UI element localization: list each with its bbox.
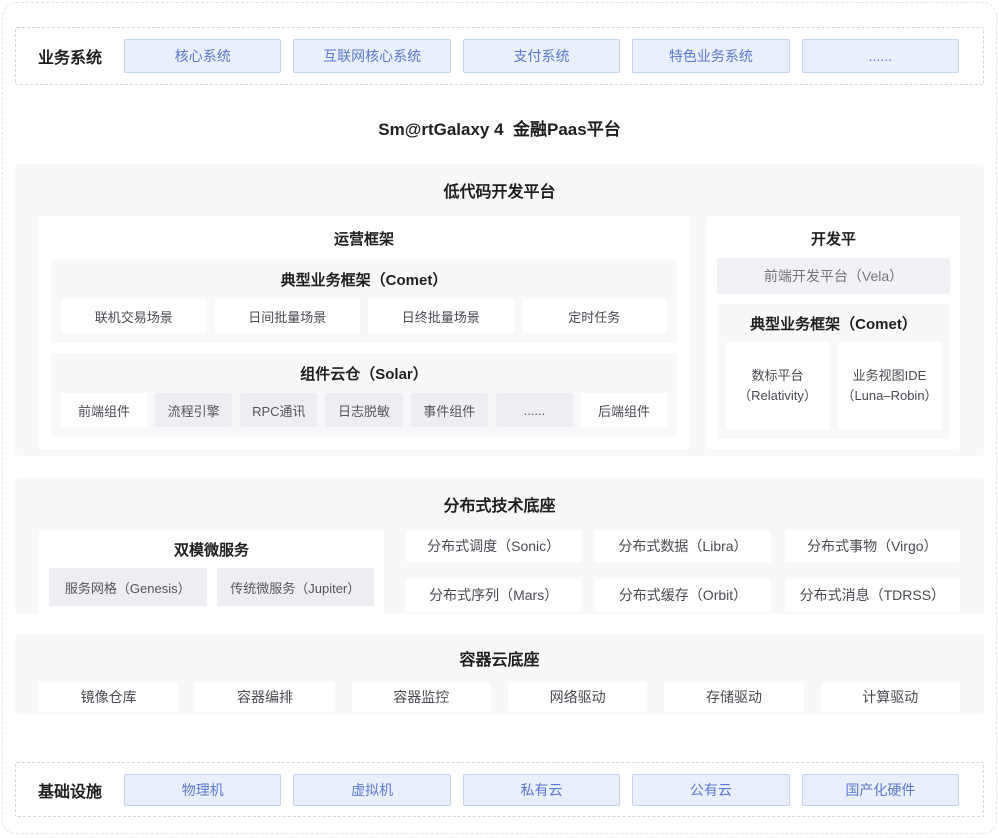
page-title: Sm@rtGalaxy 4 金融Paas平台 [15,115,984,140]
cell-storage-driver: 存储驱动 [664,682,803,712]
cell-sonic-scheduling: 分布式调度（Sonic） [406,530,581,562]
container-cloud-panel: 容器云底座 镜像仓库 容器编排 容器监控 网络驱动 存储驱动 计算驱动 [15,634,984,714]
chip-log-masking: 日志脱敏 [325,393,402,427]
chip-jupiter-microservice: 传统微服务（Jupiter） [217,568,375,606]
cell-backend-component: 后端组件 [581,393,667,427]
distributed-grid: 分布式调度（Sonic） 分布式数据（Libra） 分布式事物（Virgo） 分… [406,530,960,615]
cell-frontend-component: 前端组件 [61,393,147,427]
relativity-line1: 数标平台 [751,366,803,386]
infrastructure-buttons: 物理机 虚拟机 私有云 公有云 国产化硬件 [124,774,959,806]
dev-comet-panel: 典型业务框架（Comet） 数标平台 （Relativity） 业务视图IDE … [717,304,950,439]
dual-mode-row: 服务网格（Genesis） 传统微服务（Jupiter） [49,568,374,606]
cell-online-trading: 联机交易场景 [61,299,207,333]
container-cloud-title: 容器云底座 [39,646,960,670]
cell-luna-robin-ide: 业务视图IDE （Luna–Robin） [838,342,941,430]
container-cloud-row: 镜像仓库 容器编排 容器监控 网络驱动 存储驱动 计算驱动 [39,682,960,712]
cell-libra-data: 分布式数据（Libra） [595,530,770,562]
solar-warehouse-title: 组件云仓（Solar） [61,363,667,384]
business-systems-label: 业务系统 [38,44,124,68]
cell-image-registry: 镜像仓库 [39,682,178,712]
chip-process-engine: 流程引擎 [155,393,232,427]
dual-mode-title: 双模微服务 [49,539,374,560]
business-systems-row: 业务系统 核心系统 互联网核心系统 支付系统 特色业务系统 ...... [15,27,984,85]
chip-more-components: ...... [496,393,573,427]
cell-vela-frontend-platform: 前端开发平台（Vela） [717,258,950,294]
low-code-body: 运营框架 典型业务框架（Comet） 联机交易场景 日间批量场景 日终批量场景 … [39,216,960,449]
button-virtual-machine[interactable]: 虚拟机 [293,774,450,806]
chip-event-component: 事件组件 [411,393,488,427]
cell-compute-driver: 计算驱动 [821,682,960,712]
button-core-system[interactable]: 核心系统 [124,39,281,73]
dev-comet-title: 典型业务框架（Comet） [726,313,941,334]
button-physical-machine[interactable]: 物理机 [124,774,281,806]
dev-platform-panel: 开发平 前端开发平台（Vela） 典型业务框架（Comet） 数标平台 （Rel… [707,216,960,449]
architecture-diagram: 业务系统 核心系统 互联网核心系统 支付系统 特色业务系统 ...... Sm@… [2,2,997,834]
comet-scenario-row: 联机交易场景 日间批量场景 日终批量场景 定时任务 [61,299,667,333]
cell-network-driver: 网络驱动 [508,682,647,712]
low-code-platform-title: 低代码开发平台 [39,178,960,202]
infrastructure-row: 基础设施 物理机 虚拟机 私有云 公有云 国产化硬件 [15,762,984,817]
cell-orbit-cache: 分布式缓存（Orbit） [595,579,770,611]
luna-robin-line2: （Luna–Robin） [841,386,937,406]
luna-robin-line1: 业务视图IDE [853,366,927,386]
infrastructure-label: 基础设施 [38,778,124,802]
operation-framework-panel: 运营框架 典型业务框架（Comet） 联机交易场景 日间批量场景 日终批量场景 … [39,216,689,449]
cell-scheduled-task: 定时任务 [522,299,668,333]
operation-framework-title: 运营框架 [51,228,677,249]
cell-container-orchestration: 容器编排 [195,682,334,712]
distributed-base-title: 分布式技术底座 [39,492,960,516]
comet-framework-panel: 典型业务框架（Comet） 联机交易场景 日间批量场景 日终批量场景 定时任务 [51,259,677,343]
chip-genesis-service-mesh: 服务网格（Genesis） [49,568,207,606]
solar-warehouse-panel: 组件云仓（Solar） 前端组件 流程引擎 RPC通讯 日志脱敏 事件组件 ..… [51,353,677,437]
solar-component-row: 前端组件 流程引擎 RPC通讯 日志脱敏 事件组件 ...... 后端组件 [61,393,667,427]
button-private-cloud[interactable]: 私有云 [463,774,620,806]
dev-platform-title: 开发平 [717,228,950,249]
business-systems-buttons: 核心系统 互联网核心系统 支付系统 特色业务系统 ...... [124,39,959,73]
cell-container-monitoring: 容器监控 [352,682,491,712]
low-code-platform-panel: 低代码开发平台 运营框架 典型业务框架（Comet） 联机交易场景 日间批量场景… [15,164,984,456]
dual-mode-microservice-panel: 双模微服务 服务网格（Genesis） 传统微服务（Jupiter） [39,530,384,615]
chip-rpc-comm: RPC通讯 [240,393,317,427]
button-internet-core-system[interactable]: 互联网核心系统 [293,39,450,73]
cell-mars-sequence: 分布式序列（Mars） [406,579,581,611]
cell-tdrss-message: 分布式消息（TDRSS） [785,579,960,611]
cell-eod-batch: 日终批量场景 [368,299,514,333]
comet-framework-title: 典型业务框架（Comet） [61,269,667,290]
cell-daytime-batch: 日间批量场景 [215,299,361,333]
dev-comet-cells: 数标平台 （Relativity） 业务视图IDE （Luna–Robin） [726,342,941,430]
cell-relativity-platform: 数标平台 （Relativity） [726,342,829,430]
distributed-base-panel: 分布式技术底座 双模微服务 服务网格（Genesis） 传统微服务（Jupite… [15,478,984,614]
cell-virgo-transaction: 分布式事物（Virgo） [785,530,960,562]
button-payment-system[interactable]: 支付系统 [463,39,620,73]
distributed-body: 双模微服务 服务网格（Genesis） 传统微服务（Jupiter） 分布式调度… [39,530,960,615]
button-public-cloud[interactable]: 公有云 [632,774,789,806]
button-domestic-hardware[interactable]: 国产化硬件 [802,774,959,806]
relativity-line2: （Relativity） [738,386,817,406]
diagram-content: 业务系统 核心系统 互联网核心系统 支付系统 特色业务系统 ...... Sm@… [3,3,996,834]
button-special-business-system[interactable]: 特色业务系统 [632,39,789,73]
button-more-systems[interactable]: ...... [802,39,959,73]
